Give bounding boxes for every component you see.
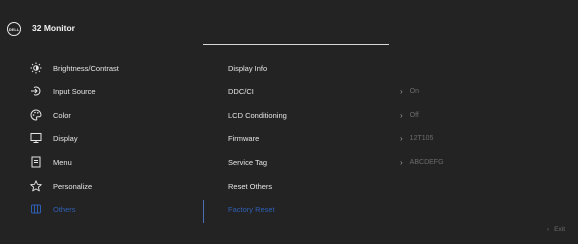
menu-item-menu[interactable]: Menu bbox=[0, 152, 203, 172]
selection-divider bbox=[203, 200, 204, 223]
submenu-item-firmware[interactable]: Firmware bbox=[228, 128, 398, 148]
menu-item-label: Color bbox=[53, 110, 71, 120]
brightness-icon bbox=[30, 62, 42, 74]
submenu-item-service-tag[interactable]: Service Tag bbox=[228, 152, 398, 172]
menu-item-label: Brightness/Contrast bbox=[53, 63, 119, 73]
value-text: On bbox=[409, 87, 420, 95]
menu-item-label: Display bbox=[53, 133, 78, 143]
header-divider bbox=[203, 44, 389, 45]
value-text: 12T105 bbox=[409, 134, 434, 142]
color-palette-icon bbox=[30, 109, 42, 121]
osd-header: DELL 32 Monitor bbox=[0, 0, 578, 44]
submenu-item-factory-reset[interactable]: Factory Reset bbox=[228, 199, 398, 219]
chevron-left-icon: ‹ bbox=[547, 226, 550, 233]
monitor-osd: DELL 32 Monitor Brightness/Contrast Inpu… bbox=[0, 0, 578, 244]
menu-item-label: Menu bbox=[53, 157, 72, 167]
submenu-item-reset-others[interactable]: Reset Others bbox=[228, 176, 398, 196]
value-text: ABCDEFG bbox=[409, 158, 444, 166]
chevron-right-icon: › bbox=[400, 86, 403, 96]
lcd-conditioning-value: › Off bbox=[400, 105, 419, 125]
menu-item-label: Others bbox=[53, 204, 76, 214]
menu-icon bbox=[30, 156, 42, 168]
service-tag-value: › ABCDEFG bbox=[400, 152, 444, 172]
menu-item-label: Input Source bbox=[53, 86, 96, 96]
value-text: Off bbox=[409, 111, 419, 119]
submenu-item-ddc-ci[interactable]: DDC/CI bbox=[228, 81, 398, 101]
input-source-icon bbox=[30, 85, 42, 97]
dell-logo: DELL bbox=[7, 22, 21, 36]
monitor-title: 32 Monitor bbox=[32, 23, 75, 33]
firmware-value: › 12T105 bbox=[400, 128, 433, 148]
menu-item-input-source[interactable]: Input Source bbox=[0, 81, 203, 101]
exit-button[interactable]: ‹ Exit bbox=[547, 226, 565, 233]
exit-label: Exit bbox=[554, 226, 566, 233]
chevron-right-icon: › bbox=[400, 133, 403, 143]
submenu-item-display-info[interactable]: Display Info bbox=[228, 58, 398, 78]
others-icon bbox=[30, 203, 42, 215]
menu-item-personalize[interactable]: Personalize bbox=[0, 176, 203, 196]
star-icon bbox=[30, 180, 42, 192]
menu-item-display[interactable]: Display bbox=[0, 128, 203, 148]
menu-item-label: Personalize bbox=[53, 181, 93, 191]
chevron-right-icon: › bbox=[400, 110, 403, 120]
menu-item-color[interactable]: Color bbox=[0, 105, 203, 125]
submenu-item-lcd-conditioning[interactable]: LCD Conditioning bbox=[228, 105, 398, 125]
ddc-ci-value: › On bbox=[400, 81, 419, 101]
menu-item-brightness-contrast[interactable]: Brightness/Contrast bbox=[0, 58, 203, 78]
menu-item-others[interactable]: Others bbox=[0, 199, 203, 219]
display-icon bbox=[30, 132, 42, 144]
chevron-right-icon: › bbox=[400, 157, 403, 167]
